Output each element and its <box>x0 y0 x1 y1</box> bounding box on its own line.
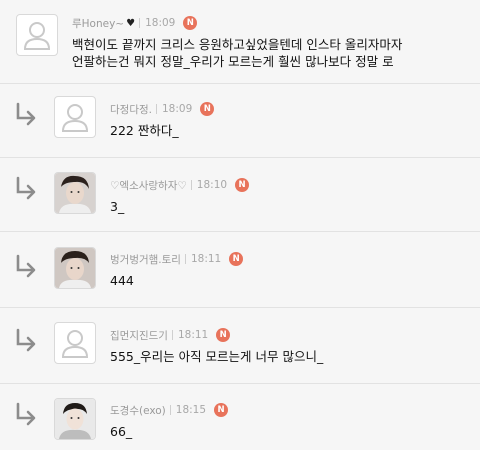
reply-arrow-icon <box>16 402 36 426</box>
author-name[interactable]: 도경수(exo) <box>110 403 166 418</box>
comment-time: 18:15 <box>175 404 207 416</box>
reply-item: 도경수(exo) 18:15 N 66_ <box>0 384 480 450</box>
reply-item: 집먼지진드기 18:11 N 555_우리는 아직 모르는게 너무 많으니_ <box>0 308 480 384</box>
default-avatar-icon[interactable] <box>16 14 58 56</box>
new-badge: N <box>214 403 229 417</box>
default-avatar-icon[interactable] <box>54 322 96 364</box>
comment-meta: 벙거벙거햄.토리 18:11 N <box>110 250 244 268</box>
new-badge: N <box>235 178 250 192</box>
author-name[interactable]: 집먼지진드기 <box>110 328 168 343</box>
author-name[interactable]: 다정다정. <box>110 102 152 117</box>
comment-meta: 다정다정. 18:09 N <box>110 100 215 118</box>
default-avatar-icon[interactable] <box>54 96 96 138</box>
comment-time: 18:09 <box>161 103 193 115</box>
reply-item: 다정다정. 18:09 N 222 짠하다_ <box>0 84 480 158</box>
comment-text: 222 짠하다_ <box>110 123 179 138</box>
divider <box>184 254 186 264</box>
comment-item: 루Honey~ ♥ 18:09 N 백현이도 끝까지 크리스 응원하고싶었을텐데… <box>0 0 480 84</box>
comment-text: 444 <box>110 273 134 288</box>
comment-text: 555_우리는 아직 모르는게 너무 많으니_ <box>110 349 324 364</box>
new-badge: N <box>183 16 198 30</box>
divider <box>190 180 192 190</box>
new-badge: N <box>200 102 215 116</box>
reply-arrow-icon <box>16 254 36 278</box>
user-photo-avatar[interactable] <box>54 247 96 289</box>
divider <box>169 405 171 415</box>
new-badge: N <box>216 328 231 342</box>
comment-time: 18:10 <box>196 179 228 191</box>
reply-arrow-icon <box>16 102 36 126</box>
divider <box>155 104 157 114</box>
reply-arrow-icon <box>16 328 36 352</box>
black-heart-icon: ♥ <box>126 17 136 29</box>
comment-time: 18:11 <box>190 253 222 265</box>
comment-meta: ♡엑소사랑하자♡ 18:10 N <box>110 176 250 194</box>
author-name[interactable]: 루Honey~ <box>72 16 124 31</box>
author-name[interactable]: 벙거벙거햄.토리 <box>110 252 181 267</box>
comment-meta: 도경수(exo) 18:15 N <box>110 401 229 419</box>
comment-meta: 루Honey~ ♥ 18:09 N <box>72 14 198 32</box>
comment-time: 18:09 <box>145 17 176 29</box>
comment-text: 백현이도 끝까지 크리스 응원하고싶었을텐데 인스타 올리자마자 언팔하는건 뭐… <box>72 37 403 69</box>
new-badge: N <box>229 252 244 266</box>
divider <box>139 18 141 28</box>
divider <box>171 330 173 340</box>
comment-text: 3_ <box>110 199 125 214</box>
comment-meta: 집먼지진드기 18:11 N <box>110 326 231 344</box>
reply-item: ♡엑소사랑하자♡ 18:10 N 3_ <box>0 158 480 232</box>
user-photo-avatar[interactable] <box>54 172 96 214</box>
comment-text: 66_ <box>110 424 133 439</box>
author-name[interactable]: ♡엑소사랑하자♡ <box>110 178 187 193</box>
user-photo-avatar[interactable] <box>54 398 96 440</box>
reply-arrow-icon <box>16 176 36 200</box>
comment-time: 18:11 <box>177 329 209 341</box>
reply-item: 벙거벙거햄.토리 18:11 N 444 <box>0 232 480 308</box>
